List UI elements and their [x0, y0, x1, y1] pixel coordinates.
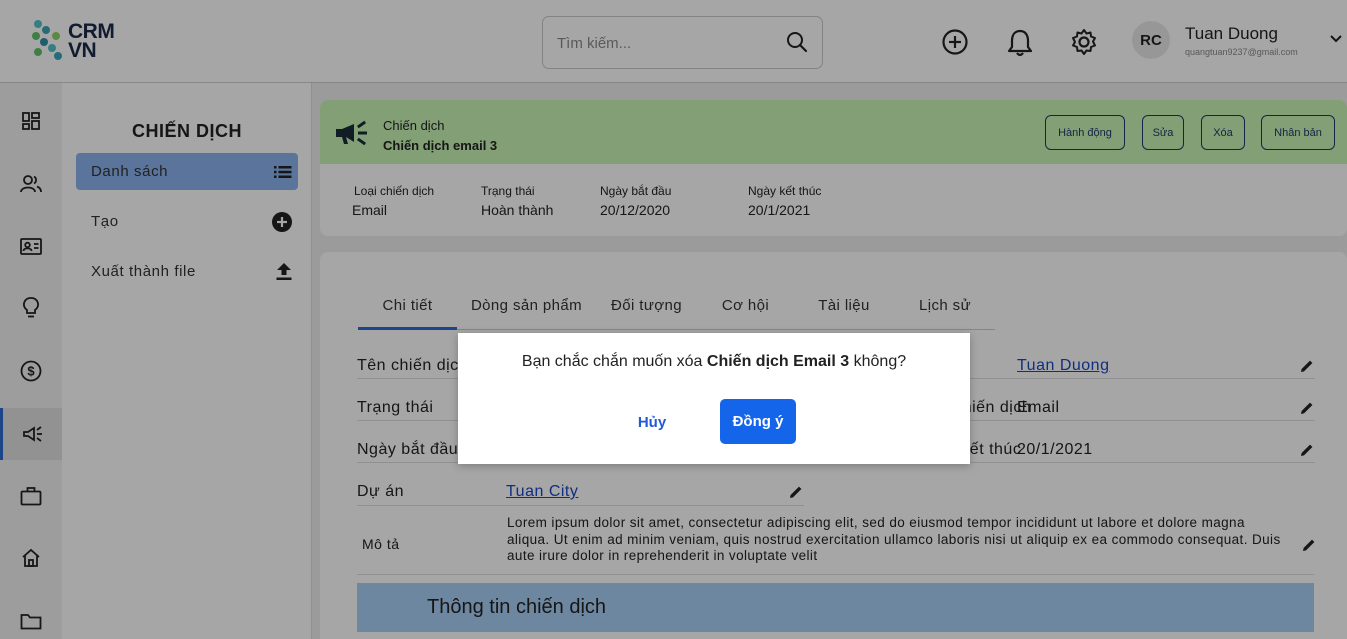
dialog-message-suffix: không? [849, 353, 907, 370]
modal-overlay[interactable] [0, 0, 1347, 639]
dialog-message-campaign: Chiến dịch Email 3 [706, 353, 850, 370]
cancel-button[interactable]: Hủy [620, 400, 684, 444]
dialog-message-prefix: Bạn chắc chắn muốn xóa [521, 353, 707, 370]
dialog-message: Bạn chắc chắn muốn xóa Chiến dịch Email … [458, 353, 970, 371]
confirm-delete-dialog: Bạn chắc chắn muốn xóa Chiến dịch Email … [458, 333, 970, 464]
confirm-button[interactable]: Đồng ý [720, 399, 796, 444]
